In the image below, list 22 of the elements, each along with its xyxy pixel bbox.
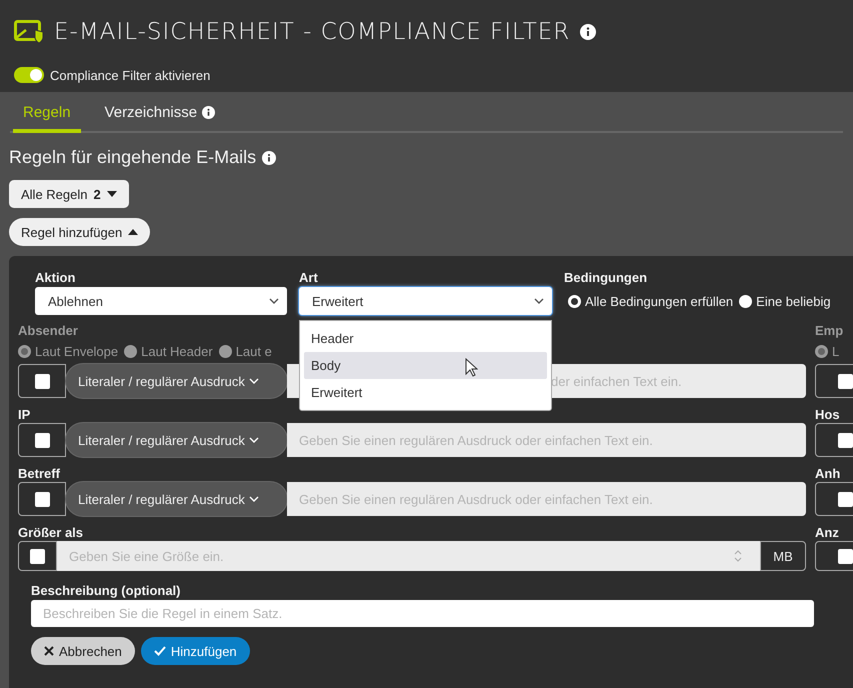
- radio-label: Laut Envelope: [35, 344, 118, 358]
- radio-label: Alle Bedingungen erfüllen: [585, 294, 734, 308]
- field-label: Aktion: [35, 270, 76, 285]
- field-label: Beschreibung (optional): [31, 583, 182, 598]
- field-label: Art: [299, 270, 319, 285]
- field-label: Anz: [815, 525, 840, 540]
- radio-label: Eine beliebig: [756, 294, 831, 308]
- field-label: Größer als: [18, 525, 84, 540]
- radio-label: L: [832, 344, 840, 358]
- field-label: Hos: [815, 407, 841, 422]
- page-title: E-MAIL-SICHERHEIT - COMPLIANCE FILTER: [54, 19, 570, 45]
- field-label: Anh: [815, 466, 842, 481]
- field-label: Absender: [18, 323, 79, 338]
- section-title: Regeln für eingehende E-Mails: [9, 147, 256, 168]
- field-label: IP: [18, 407, 32, 422]
- radio-label: Laut Header: [141, 344, 213, 358]
- radio-label: Laut e: [236, 344, 272, 358]
- unit-label: MB: [760, 541, 806, 571]
- toggle-label: Compliance Filter aktivieren: [50, 68, 210, 82]
- field-label: Emp: [815, 323, 844, 338]
- field-label: Bedingungen: [564, 270, 648, 285]
- field-label: Betreff: [18, 466, 61, 481]
